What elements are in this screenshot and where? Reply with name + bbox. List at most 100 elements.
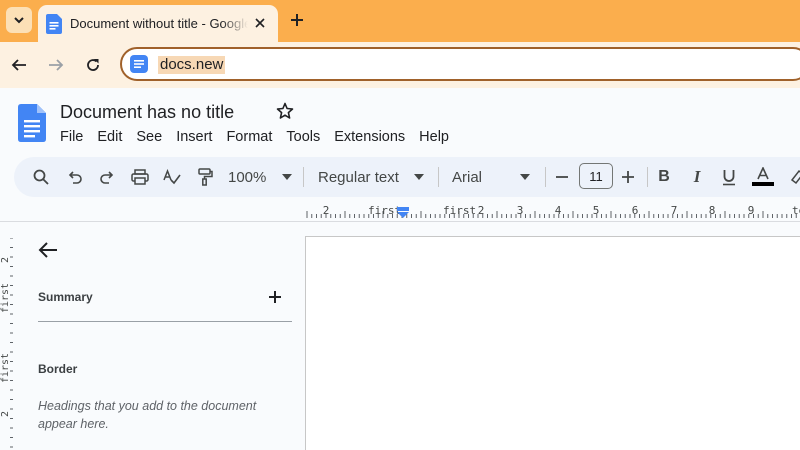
indent-marker[interactable] [396, 207, 410, 219]
zoom-select[interactable]: 100% [228, 165, 294, 189]
menu-insert[interactable]: Insert [176, 128, 212, 146]
undo-button[interactable] [64, 165, 86, 189]
plus-icon [622, 171, 634, 183]
reload-button[interactable] [81, 53, 105, 77]
ruler-label: 2 [0, 411, 11, 417]
back-arrow-icon [11, 59, 26, 71]
ruler-label: first [0, 283, 11, 313]
browser-toolbar: docs.new [0, 42, 800, 88]
menu-help[interactable]: Help [419, 128, 449, 146]
chevron-down-icon [520, 174, 530, 180]
tab-search-button[interactable] [6, 7, 32, 33]
browser-tabstrip: Document without title - Google Docs [0, 0, 800, 42]
ruler-label: 2 [478, 204, 485, 217]
close-outline-button[interactable] [36, 238, 60, 262]
ruler-label: 3 [517, 204, 524, 217]
style-value: Regular text [318, 168, 399, 186]
ruler-label: ten [792, 204, 800, 217]
outline-headings-label: Border [38, 362, 78, 376]
new-tab-button[interactable] [286, 9, 308, 31]
outline-divider [38, 321, 292, 322]
font-value: Arial [452, 168, 483, 186]
toolbar-divider [647, 167, 648, 187]
document-title[interactable]: Document has no title [60, 101, 234, 123]
menu-extensions[interactable]: Extensions [334, 128, 405, 146]
ruler-label: 6 [632, 204, 639, 217]
paint-format-icon [198, 168, 213, 186]
plus-icon [269, 291, 281, 303]
tab-title: Document without title - Google Docs [70, 16, 248, 31]
horizontal-ruler[interactable]: 2firstfirst23456789ten [305, 202, 800, 220]
menu-edit[interactable]: Edit [97, 128, 122, 146]
print-icon [131, 169, 149, 185]
font-size-input[interactable]: 11 [579, 163, 613, 189]
toolbar-divider [438, 167, 439, 187]
ruler-label: 4 [555, 204, 562, 217]
underline-icon [723, 169, 735, 185]
italic-icon: I [693, 167, 701, 186]
reload-icon [87, 59, 99, 71]
star-icon[interactable] [276, 102, 294, 120]
ruler-label: 2 [323, 204, 330, 217]
back-button[interactable] [7, 53, 31, 77]
paint-format-button[interactable] [194, 165, 216, 189]
tab-close-button[interactable] [252, 15, 268, 31]
outline-summary-label: Summary [38, 290, 93, 304]
search-menus-button[interactable] [30, 165, 52, 189]
ruler-label: 7 [671, 204, 678, 217]
ruler-label: 2 [0, 257, 11, 263]
menu-tools[interactable]: Tools [286, 128, 320, 146]
spellcheck-button[interactable] [161, 165, 183, 189]
style-select[interactable]: Regular text [318, 165, 426, 189]
add-summary-button[interactable] [266, 288, 284, 306]
docs-logo-icon[interactable] [18, 104, 46, 142]
undo-icon [68, 171, 82, 184]
ruler-label: 8 [709, 204, 716, 217]
ruler-label: first [443, 204, 476, 217]
search-icon [33, 169, 49, 185]
docs-menubar: File Edit See Insert Format Tools Extens… [60, 128, 463, 146]
text-color-icon [752, 167, 774, 186]
zoom-value: 100% [228, 168, 267, 186]
ruler-label: 9 [748, 204, 755, 217]
increase-font-size-button[interactable] [618, 165, 638, 189]
close-icon [255, 18, 265, 28]
document-page[interactable] [305, 236, 800, 450]
highlight-icon [790, 169, 800, 185]
spellcheck-icon [163, 169, 181, 185]
docs-icon [46, 13, 62, 34]
bold-button[interactable]: B [654, 165, 674, 189]
ruler-label: first [0, 353, 11, 383]
highlight-color-button[interactable] [787, 165, 800, 189]
bold-icon: B [658, 168, 670, 185]
vertical-ruler[interactable]: 2 first first 2 [0, 238, 14, 450]
decrease-font-size-button[interactable] [552, 165, 572, 189]
print-button[interactable] [129, 165, 151, 189]
menu-file[interactable]: File [60, 128, 83, 146]
chevron-down-icon [414, 174, 424, 180]
forward-arrow-icon [49, 59, 64, 71]
ruler-label: 5 [593, 204, 600, 217]
docs-icon [130, 55, 148, 73]
outline-empty-message: Headings that you add to the document ap… [38, 399, 257, 431]
address-bar[interactable]: docs.new [120, 47, 800, 81]
address-bar-url[interactable]: docs.new [158, 56, 226, 74]
font-select[interactable]: Arial [452, 165, 532, 189]
minus-icon [556, 176, 568, 178]
text-color-button[interactable] [751, 165, 775, 189]
redo-icon [100, 171, 114, 184]
back-arrow-icon [38, 242, 57, 258]
underline-button[interactable] [719, 165, 739, 189]
redo-button[interactable] [96, 165, 118, 189]
browser-tab-active[interactable]: Document without title - Google Docs [38, 5, 278, 42]
plus-icon [291, 14, 303, 26]
toolbar-divider [303, 167, 304, 187]
menu-view[interactable]: See [136, 128, 162, 146]
ruler-baseline [0, 221, 800, 222]
forward-button[interactable] [44, 53, 68, 77]
italic-button[interactable]: I [687, 165, 707, 189]
docs-toolbar: 100% Regular text Arial B I [14, 157, 800, 197]
chevron-down-icon [14, 17, 24, 24]
menu-format[interactable]: Format [226, 128, 272, 146]
toolbar-divider [545, 167, 546, 187]
